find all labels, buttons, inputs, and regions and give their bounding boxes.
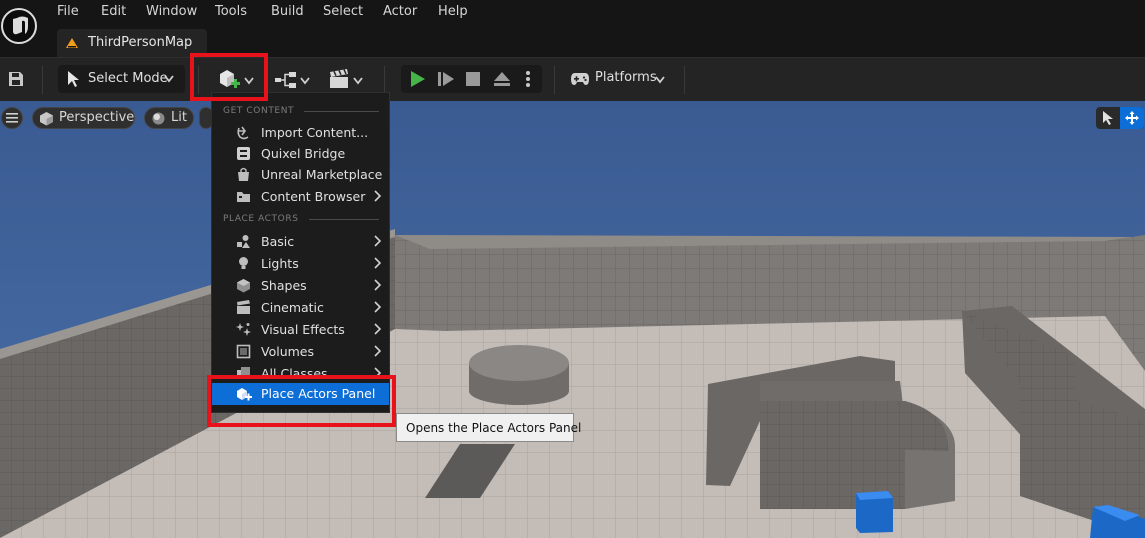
menu-item-label: Unreal Marketplace [261, 167, 383, 182]
level-tab[interactable]: ThirdPersonMap [57, 29, 207, 57]
bridge-icon [237, 147, 250, 160]
unreal-logo-icon[interactable] [0, 6, 40, 46]
menu-tools[interactable]: Tools [215, 4, 247, 19]
level-warning-icon [66, 38, 78, 48]
menu-item-content-browser[interactable]: Content Browser [212, 186, 389, 207]
transform-tools [1096, 107, 1144, 129]
platforms-label: Platforms [595, 70, 657, 85]
menu-item-visual-effects[interactable]: Visual Effects [212, 319, 389, 340]
gamepad-icon [571, 73, 589, 85]
play-icon[interactable] [409, 70, 427, 88]
basic-shapes-icon [237, 235, 250, 248]
menu-item-label: Content Browser [261, 189, 366, 204]
menu-item-volumes[interactable]: Volumes [212, 341, 389, 362]
callout-place-actors-panel [207, 375, 396, 427]
select-mode-icon [68, 71, 79, 87]
cube-icon [237, 279, 250, 293]
select-mode-label: Select Mode [88, 71, 168, 86]
chevron-right-icon [374, 345, 382, 357]
more-options-icon[interactable] [525, 70, 531, 88]
select-cursor-icon[interactable] [1101, 110, 1115, 126]
level-tab-label: ThirdPersonMap [88, 35, 193, 50]
chevron-down-icon [353, 77, 363, 85]
menu-item-lights[interactable]: Lights [212, 253, 389, 274]
lit-sphere-icon [152, 112, 165, 125]
menu-item-label: Basic [261, 234, 295, 249]
menu-item-label: Volumes [261, 344, 315, 359]
menu-item-import-content[interactable]: Import Content... [212, 122, 389, 143]
scene-render [0, 101, 1145, 538]
menu-actor[interactable]: Actor [383, 4, 417, 19]
menu-item-shapes[interactable]: Shapes [212, 275, 389, 296]
perspective-button[interactable]: Perspective [32, 107, 135, 129]
chevron-right-icon [374, 235, 382, 247]
add-content-dropdown: GET CONTENT Import Content... Quixel Bri… [211, 92, 390, 413]
menu-item-label: Quixel Bridge [261, 146, 346, 161]
hamburger-menu-icon [6, 113, 18, 123]
menu-item-label: Lights [261, 256, 299, 271]
menu-select[interactable]: Select [323, 4, 363, 19]
level-viewport[interactable]: Perspective Lit [0, 101, 1145, 538]
clapperboard-icon [330, 69, 348, 88]
menu-help[interactable]: Help [438, 4, 468, 19]
lit-mode-button[interactable]: Lit [144, 107, 194, 129]
chevron-right-icon [374, 323, 382, 335]
lit-label: Lit [171, 110, 187, 125]
get-content-header: GET CONTENT [223, 106, 295, 116]
menu-item-quixel-bridge[interactable]: Quixel Bridge [212, 143, 389, 164]
save-icon[interactable] [7, 70, 25, 88]
sparkle-icon [236, 323, 251, 336]
menu-item-label: Visual Effects [261, 322, 345, 337]
eject-icon[interactable] [493, 71, 511, 87]
menu-bar: File Edit Window Tools Build Select Acto… [0, 0, 1145, 57]
menu-item-basic[interactable]: Basic [212, 231, 389, 252]
blueprint-icon [275, 72, 296, 88]
menu-item-label: Import Content... [261, 125, 369, 140]
tooltip: Opens the Place Actors Panel [396, 413, 581, 442]
menu-item-label: Shapes [261, 278, 307, 293]
blueprints-button[interactable] [272, 65, 312, 95]
viewport-options-button[interactable] [1, 107, 23, 129]
menu-build[interactable]: Build [271, 4, 304, 19]
move-arrows-icon [1125, 111, 1139, 125]
marketplace-icon [238, 167, 249, 181]
import-icon [237, 126, 249, 140]
select-mode-button[interactable]: Select Mode [58, 65, 185, 93]
chevron-right-icon [374, 190, 382, 202]
chevron-right-icon [374, 279, 382, 291]
folder-icon [237, 192, 250, 202]
chevron-right-icon [374, 301, 382, 313]
skip-forward-icon[interactable] [437, 71, 455, 87]
menu-window[interactable]: Window [146, 4, 197, 19]
perspective-label: Perspective [59, 110, 135, 125]
place-actors-header: PLACE ACTORS [223, 214, 299, 224]
platforms-button[interactable]: Platforms [568, 65, 672, 93]
chevron-down-icon [164, 75, 174, 83]
clapperboard-icon [237, 300, 250, 314]
tooltip-text: Opens the Place Actors Panel [406, 421, 582, 435]
cube-icon [40, 112, 53, 126]
main-toolbar: Select Mode Platforms [0, 57, 1145, 102]
chevron-down-icon [655, 76, 665, 84]
menu-item-label: Cinematic [261, 300, 324, 315]
callout-add-content [190, 53, 268, 101]
move-tool-button[interactable] [1120, 107, 1144, 129]
cinematics-button[interactable] [327, 65, 367, 95]
menu-file[interactable]: File [57, 4, 79, 19]
menu-item-unreal-marketplace[interactable]: Unreal Marketplace [212, 164, 389, 185]
volume-icon [236, 344, 251, 359]
lightbulb-icon [239, 257, 248, 269]
menu-item-cinematic[interactable]: Cinematic [212, 297, 389, 318]
chevron-right-icon [374, 257, 382, 269]
play-controls [401, 65, 542, 93]
stop-icon[interactable] [466, 72, 480, 86]
menu-edit[interactable]: Edit [101, 4, 126, 19]
chevron-down-icon [300, 77, 310, 85]
